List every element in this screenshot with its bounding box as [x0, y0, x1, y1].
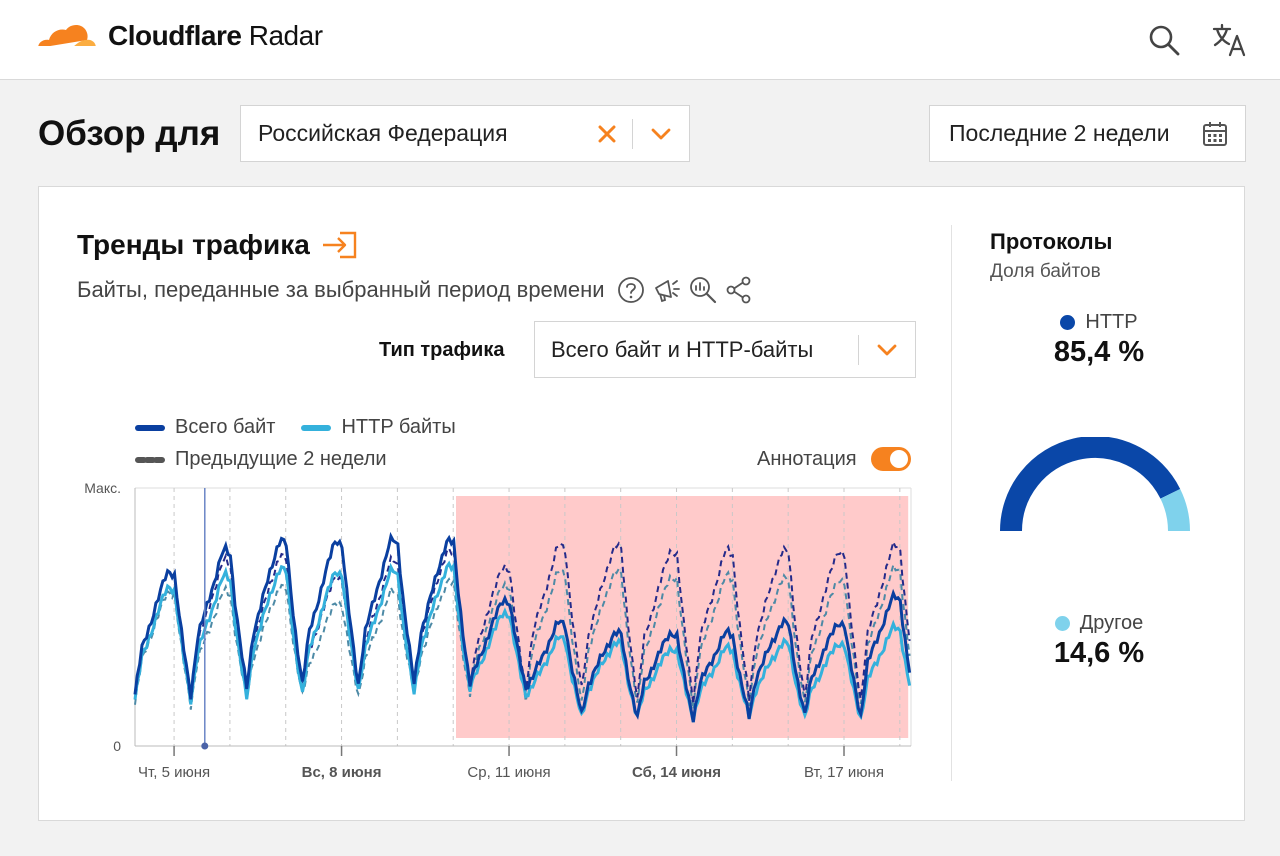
- calendar-icon: [1185, 121, 1245, 147]
- legend-item-previous[interactable]: Предыдущие 2 недели: [135, 448, 387, 471]
- y-tick-label-zero: 0: [113, 738, 121, 754]
- period-select[interactable]: Последние 2 недели: [929, 105, 1246, 162]
- traffic-type-value: Всего байт и HTTP-байты: [551, 336, 814, 362]
- share-icon[interactable]: [721, 275, 757, 305]
- protocols-gauge: [1000, 437, 1190, 532]
- translate-icon[interactable]: [1211, 22, 1247, 58]
- protocols-subtitle: Доля байтов: [990, 261, 1101, 282]
- chart-legend-previous: Предыдущие 2 недели: [135, 448, 413, 471]
- traffic-trends-subtitle: Байты, переданные за выбранный период вр…: [77, 275, 757, 305]
- gauge-other-arc[interactable]: [1160, 488, 1190, 532]
- help-icon[interactable]: [613, 275, 649, 305]
- annotation-toggle-row: Аннотация: [757, 447, 911, 471]
- protocols-title: Протоколы: [990, 229, 1113, 254]
- other-label: Другое: [1079, 612, 1144, 634]
- annotation-label: Аннотация: [757, 447, 857, 470]
- x-tick-label: Вс, 8 июня: [302, 764, 382, 781]
- search-icon[interactable]: [1146, 22, 1182, 58]
- page-title: Обзор для: [38, 114, 221, 153]
- traffic-type-label: Тип трафика: [379, 339, 505, 361]
- other-stat: Другое 14,6 %: [989, 612, 1209, 670]
- x-tick-label: Чт, 5 июня: [138, 764, 210, 781]
- other-dot: [1054, 616, 1070, 631]
- legend-swatch-dashed: [135, 456, 165, 463]
- legend-item-total[interactable]: Всего байт: [135, 416, 275, 439]
- panel-divider: [951, 225, 952, 781]
- x-tick-label: Вт, 17 июня: [804, 764, 884, 781]
- traffic-trends-title: Тренды трафика: [77, 229, 358, 261]
- http-dot: [1060, 315, 1076, 330]
- legend-swatch: [135, 424, 165, 431]
- traffic-chart: Макс. 0 Чт, 5 июня Вс, 8 июня Ср, 11 июня Сб,…: [84, 480, 912, 781]
- annotation-range: [456, 496, 909, 738]
- http-stat: HTTP 85,4 %: [989, 311, 1209, 369]
- legend-swatch: [301, 424, 332, 431]
- zoom-chart-icon[interactable]: [685, 275, 721, 305]
- http-value: 85,4 %: [1053, 336, 1145, 368]
- http-label: HTTP: [1085, 311, 1138, 333]
- traffic-panel: Тренды трафика Байты, переданные за выбр…: [38, 186, 1245, 821]
- chart-legend: Всего байт HTTP байты: [135, 416, 482, 439]
- country-value: Российская Федерация: [258, 120, 508, 146]
- top-bar: Cloudflare Radar: [0, 0, 1280, 80]
- other-value: 14,6 %: [1053, 637, 1145, 669]
- period-value: Последние 2 недели: [949, 120, 1170, 146]
- y-tick-label-max: Макс.: [84, 480, 121, 496]
- cloudflare-radar-logo[interactable]: Cloudflare Radar: [36, 20, 323, 52]
- clear-icon[interactable]: [582, 106, 632, 161]
- x-tick-label: Сб, 14 июня: [632, 764, 721, 781]
- country-select[interactable]: Российская Федерация: [240, 105, 690, 162]
- cloudflare-cloud-icon: [38, 24, 96, 49]
- chevron-down-icon[interactable]: [633, 106, 689, 161]
- x-tick-label: Ср, 11 июня: [467, 764, 550, 781]
- legend-item-http[interactable]: HTTP байты: [301, 416, 456, 439]
- open-link-icon[interactable]: [320, 230, 358, 260]
- logo-text: Cloudflare Radar: [108, 20, 323, 51]
- megaphone-icon[interactable]: [649, 275, 685, 305]
- annotation-toggle[interactable]: [870, 447, 911, 471]
- annotation-marker-dot: [201, 742, 209, 750]
- traffic-type-select[interactable]: Всего байт и HTTP-байты: [534, 321, 916, 378]
- chevron-down-icon[interactable]: [859, 322, 915, 377]
- gauge-http-arc[interactable]: [1000, 437, 1181, 532]
